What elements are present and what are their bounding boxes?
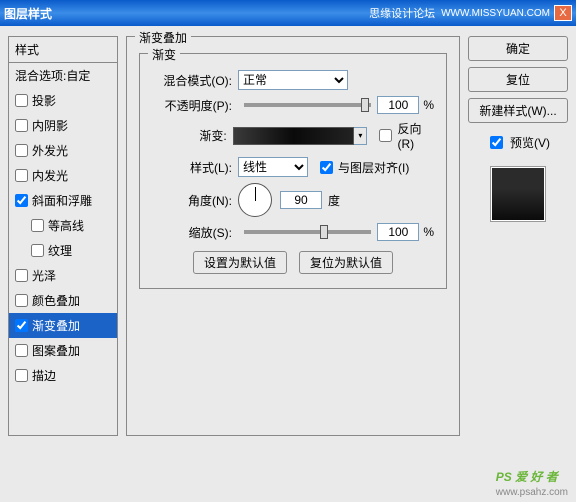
angle-dial[interactable]: [238, 183, 272, 217]
opacity-label: 不透明度(P):: [152, 97, 232, 114]
scale-input[interactable]: [377, 223, 419, 241]
style-item[interactable]: 投影: [9, 88, 117, 113]
styles-header[interactable]: 样式: [9, 37, 117, 63]
style-checkbox[interactable]: [31, 219, 44, 232]
align-checkbox[interactable]: 与图层对齐(I): [316, 158, 409, 177]
style-item[interactable]: 内阴影: [9, 113, 117, 138]
scale-label: 缩放(S):: [152, 224, 232, 241]
style-checkbox[interactable]: [15, 344, 28, 357]
style-checkbox[interactable]: [15, 94, 28, 107]
style-item[interactable]: 外发光: [9, 138, 117, 163]
ok-button[interactable]: 确定: [468, 36, 568, 61]
style-checkbox[interactable]: [15, 294, 28, 307]
panel-title: 渐变叠加: [135, 29, 191, 46]
preview-swatch: [490, 166, 546, 222]
gradient-label: 渐变:: [152, 127, 227, 144]
degree-label: 度: [328, 192, 340, 209]
style-label: 样式(L):: [152, 159, 232, 176]
brand-text: 思缘设计论坛: [369, 5, 435, 21]
gradient-group: 渐变 混合模式(O): 正常 不透明度(P): % 渐变: ▾ 反向(R): [139, 53, 447, 289]
gradient-dropdown[interactable]: ▾: [354, 127, 367, 145]
blend-mode-label: 混合模式(O):: [152, 72, 232, 89]
style-checkbox[interactable]: [15, 169, 28, 182]
style-label: 描边: [32, 367, 56, 384]
style-label: 光泽: [32, 267, 56, 284]
window-title: 图层样式: [4, 5, 369, 22]
gradient-overlay-panel: 渐变叠加 渐变 混合模式(O): 正常 不透明度(P): % 渐变: ▾ 反向(…: [126, 36, 460, 436]
style-label: 外发光: [32, 142, 68, 159]
reset-default-button[interactable]: 复位为默认值: [299, 251, 393, 274]
style-checkbox[interactable]: [15, 119, 28, 132]
opacity-input[interactable]: [377, 96, 419, 114]
angle-input[interactable]: [280, 191, 322, 209]
blend-options[interactable]: 混合选项:自定: [9, 63, 117, 88]
set-default-button[interactable]: 设置为默认值: [193, 251, 287, 274]
style-label: 等高线: [48, 217, 84, 234]
angle-label: 角度(N):: [152, 192, 232, 209]
style-checkbox[interactable]: [15, 144, 28, 157]
cancel-button[interactable]: 复位: [468, 67, 568, 92]
close-button[interactable]: X: [554, 5, 572, 21]
style-label: 渐变叠加: [32, 317, 80, 334]
preview-checkbox[interactable]: 预览(V): [468, 133, 568, 152]
style-item[interactable]: 图案叠加: [9, 338, 117, 363]
style-checkbox[interactable]: [15, 369, 28, 382]
style-label: 内发光: [32, 167, 68, 184]
percent-label: %: [423, 98, 434, 112]
brand-url: WWW.MISSYUAN.COM: [441, 8, 550, 19]
style-item[interactable]: 描边: [9, 363, 117, 388]
new-style-button[interactable]: 新建样式(W)...: [468, 98, 568, 123]
reverse-checkbox[interactable]: 反向(R): [375, 120, 434, 151]
titlebar: 图层样式 思缘设计论坛 WWW.MISSYUAN.COM X: [0, 0, 576, 26]
style-label: 投影: [32, 92, 56, 109]
style-select[interactable]: 线性: [238, 157, 308, 177]
style-item[interactable]: 内发光: [9, 163, 117, 188]
opacity-slider[interactable]: [244, 103, 371, 107]
watermark: PS 爱 好 者 www.psahz.com: [496, 464, 568, 498]
style-item[interactable]: 颜色叠加: [9, 288, 117, 313]
style-item[interactable]: 斜面和浮雕: [9, 188, 117, 213]
style-item[interactable]: 光泽: [9, 263, 117, 288]
style-label: 图案叠加: [32, 342, 80, 359]
style-label: 纹理: [48, 242, 72, 259]
styles-list: 样式 混合选项:自定 投影内阴影外发光内发光斜面和浮雕等高线纹理光泽颜色叠加渐变…: [8, 36, 118, 436]
style-checkbox[interactable]: [15, 194, 28, 207]
gradient-group-label: 渐变: [148, 46, 180, 63]
style-item[interactable]: 等高线: [9, 213, 117, 238]
style-checkbox[interactable]: [31, 244, 44, 257]
scale-slider[interactable]: [244, 230, 371, 234]
style-item[interactable]: 渐变叠加: [9, 313, 117, 338]
style-label: 斜面和浮雕: [32, 192, 92, 209]
style-checkbox[interactable]: [15, 269, 28, 282]
style-item[interactable]: 纹理: [9, 238, 117, 263]
style-label: 颜色叠加: [32, 292, 80, 309]
style-checkbox[interactable]: [15, 319, 28, 332]
gradient-preview[interactable]: [233, 127, 355, 145]
style-label: 内阴影: [32, 117, 68, 134]
blend-mode-select[interactable]: 正常: [238, 70, 348, 90]
